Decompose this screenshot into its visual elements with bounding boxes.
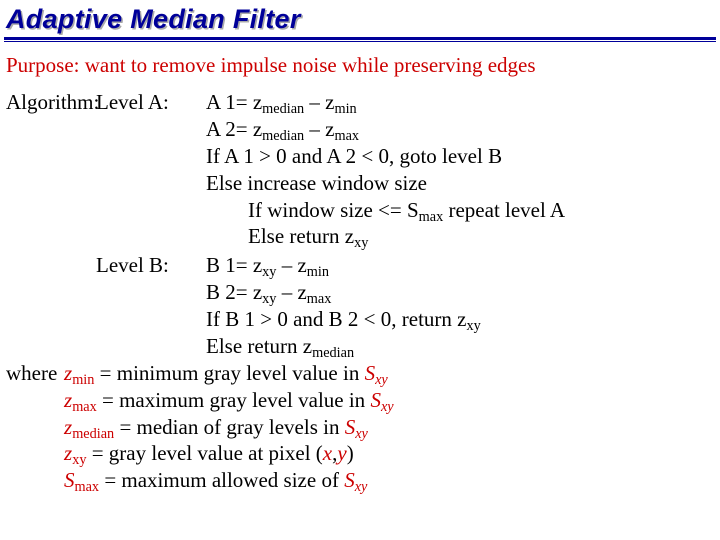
level-b-block: Level B: B 1= zxy – zmin B 2= zxy – zmax… <box>6 252 716 360</box>
line-a2: A 2= zmedian – zmax <box>206 116 716 143</box>
algorithm-block: Algorithm: Level A: A 1= zmedian – zmin … <box>6 89 716 250</box>
line-a1: A 1= zmedian – zmin <box>206 89 716 116</box>
level-b-body: B 1= zxy – zmin B 2= zxy – zmax If B 1 >… <box>206 252 716 360</box>
algorithm-label: Algorithm: <box>6 89 96 116</box>
line-a6: Else return zxy <box>206 223 716 250</box>
where-3: zmedian = median of gray levels in Sxy <box>64 414 716 441</box>
line-b2: B 2= zxy – zmax <box>206 279 716 306</box>
slide: Adaptive Median Filter Purpose: want to … <box>0 0 720 494</box>
content: Purpose: want to remove impulse noise wh… <box>4 52 716 494</box>
level-a-text: Level A: <box>96 90 169 114</box>
slide-title: Adaptive Median Filter <box>6 4 716 35</box>
where-4: zxy = gray level value at pixel (x,y) <box>64 440 716 467</box>
purpose-line: Purpose: want to remove impulse noise wh… <box>6 52 716 79</box>
where-label: where <box>6 360 64 387</box>
divider-thick <box>4 37 716 40</box>
level-a-body: A 1= zmedian – zmin A 2= zmedian – zmax … <box>206 89 716 250</box>
level-b-label: Level B: <box>96 252 206 279</box>
where-block: where zmin = minimum gray level value in… <box>6 360 716 494</box>
line-b1: B 1= zxy – zmin <box>206 252 716 279</box>
line-b3: If B 1 > 0 and B 2 < 0, return zxy <box>206 306 716 333</box>
line-a4: Else increase window size <box>206 170 716 197</box>
where-5: Smax = maximum allowed size of Sxy <box>64 467 716 494</box>
line-a3: If A 1 > 0 and A 2 < 0, goto level B <box>206 143 716 170</box>
divider-thin <box>4 41 716 42</box>
level-a-label: Level A: <box>96 89 206 116</box>
where-1: zmin = minimum gray level value in Sxy <box>64 360 716 387</box>
where-body: zmin = minimum gray level value in Sxy z… <box>64 360 716 494</box>
line-b4: Else return zmedian <box>206 333 716 360</box>
line-a5: If window size <= Smax repeat level A <box>206 197 716 224</box>
where-2: zmax = maximum gray level value in Sxy <box>64 387 716 414</box>
